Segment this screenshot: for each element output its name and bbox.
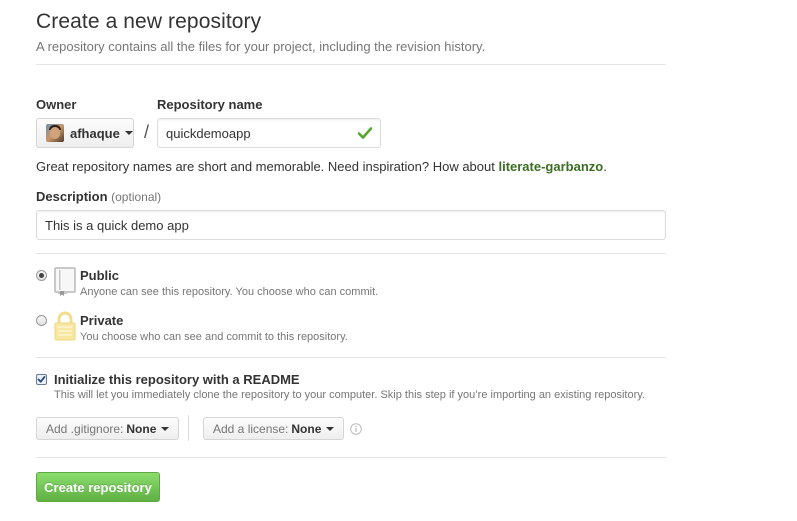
caret-down-icon <box>326 426 335 431</box>
gitignore-label: Add .gitignore: <box>46 421 124 436</box>
private-description: You choose who can see and commit to thi… <box>80 331 348 343</box>
license-value: None <box>291 421 322 436</box>
avatar <box>46 124 64 142</box>
repo-name-value: quickdemoapp <box>166 125 251 141</box>
public-description: Anyone can see this repository. You choo… <box>80 286 379 298</box>
private-radio[interactable] <box>36 315 47 326</box>
readme-description: This will let you immediately clone the … <box>54 389 645 401</box>
lock-icon <box>54 311 76 341</box>
visibility-divider <box>36 357 666 358</box>
repo-name-label: Repository name <box>157 97 263 112</box>
hint-text: Great repository names are short and mem… <box>36 159 499 174</box>
header-divider <box>36 64 666 65</box>
page-subtitle: A repository contains all the files for … <box>36 39 486 54</box>
new-repository-page: Create a new repository A repository con… <box>0 0 797 521</box>
description-label-text: Description <box>36 189 108 204</box>
caret-down-icon <box>161 426 170 431</box>
suggested-name-link[interactable]: literate-garbanzo <box>498 159 603 174</box>
description-divider <box>36 253 666 254</box>
repo-name-hint: Great repository names are short and mem… <box>36 159 607 174</box>
readme-title: Initialize this repository with a README <box>54 372 300 387</box>
caret-down-icon <box>124 131 133 135</box>
select-separator <box>188 415 189 441</box>
gitignore-value: None <box>126 421 157 436</box>
repo-book-icon <box>54 267 76 296</box>
readme-checkbox[interactable] <box>36 374 47 385</box>
info-icon[interactable] <box>350 423 362 435</box>
public-title: Public <box>80 268 120 283</box>
description-input[interactable]: This is a quick demo app <box>36 210 666 240</box>
license-select-button[interactable]: Add a license: None <box>203 417 345 440</box>
owner-name: afhaque <box>70 125 120 141</box>
checkmark-icon <box>37 376 46 383</box>
private-title: Private <box>80 313 124 328</box>
license-label: Add a license: <box>213 421 289 436</box>
hint-end: . <box>603 159 607 174</box>
check-icon <box>358 127 372 139</box>
description-label: Description (optional) <box>36 189 161 204</box>
repo-name-input[interactable]: quickdemoapp <box>157 118 381 148</box>
gitignore-select-button[interactable]: Add .gitignore: None <box>36 417 180 440</box>
page-title: Create a new repository <box>36 10 262 33</box>
owner-label: Owner <box>36 97 77 112</box>
public-radio[interactable] <box>36 270 47 281</box>
create-repository-button[interactable]: Create repository <box>36 472 160 502</box>
owner-select-button[interactable]: afhaque <box>36 118 134 148</box>
owner-repo-separator: / <box>144 122 150 142</box>
description-value: This is a quick demo app <box>45 217 189 233</box>
options-divider <box>36 457 666 458</box>
optional-note: (optional) <box>111 190 162 204</box>
